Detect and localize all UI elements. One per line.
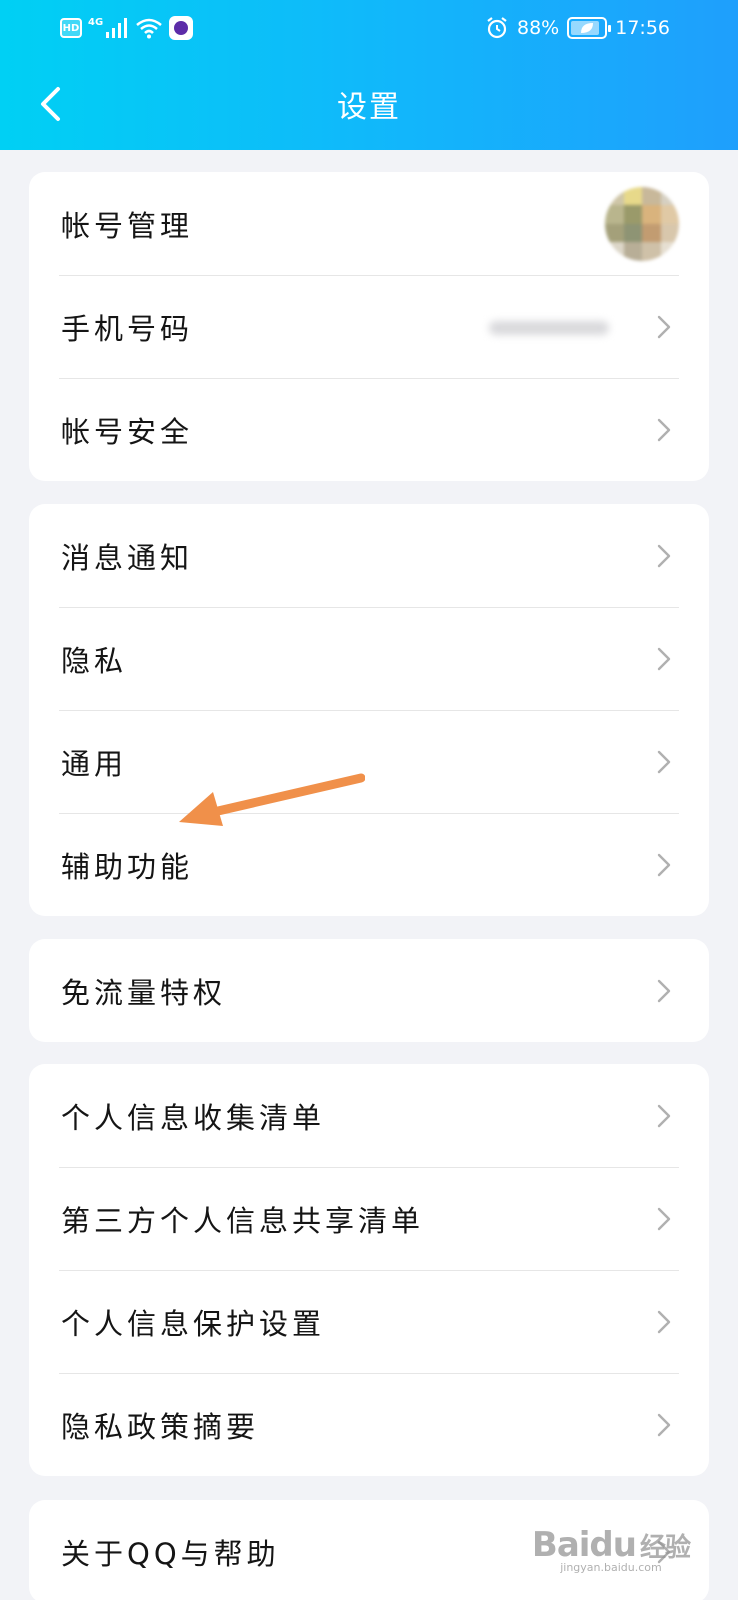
settings-item-privacy[interactable]: 隐私: [29, 607, 709, 710]
settings-item-third-party-sharing-list[interactable]: 第三方个人信息共享清单: [29, 1167, 709, 1270]
chevron-right-icon: [657, 1310, 671, 1333]
watermark-logo: Baidu 经验: [531, 1525, 691, 1565]
settings-item-notifications[interactable]: 消息通知: [29, 504, 709, 607]
battery-percent: 88%: [517, 17, 560, 39]
settings-item-label: 帐号安全: [61, 414, 194, 449]
status-left: HD 4G: [60, 16, 194, 40]
chevron-right-icon: [657, 979, 671, 1002]
alarm-icon: [487, 17, 507, 39]
network-type: 4G: [88, 16, 104, 28]
chevron-right-icon: [657, 1104, 671, 1127]
settings-item-privacy-policy-summary[interactable]: 隐私政策摘要: [29, 1373, 709, 1476]
settings-item-label: 手机号码: [61, 311, 194, 346]
status-right: 88% 17:56: [485, 16, 670, 40]
settings-item-personal-info-collection-list[interactable]: 个人信息收集清单: [29, 1064, 709, 1167]
header-bar: HD 4G 88% 17:56 设置: [0, 0, 738, 150]
settings-item-phone-number[interactable]: 手机号码: [29, 275, 709, 378]
settings-item-label: 隐私: [61, 643, 128, 678]
settings-item-label: 关于QQ与帮助: [61, 1536, 280, 1571]
settings-group-account: 帐号管理 手机号码 帐号安全: [29, 172, 709, 481]
chevron-right-icon: [657, 853, 671, 876]
phone-number-value-blurred: [489, 321, 609, 335]
settings-item-label: 个人信息保护设置: [61, 1306, 326, 1341]
settings-item-personal-info-protection[interactable]: 个人信息保护设置: [29, 1270, 709, 1373]
settings-item-label: 辅助功能: [61, 849, 194, 884]
settings-item-label: 通用: [61, 746, 128, 781]
chevron-right-icon: [657, 315, 671, 338]
settings-item-accessibility[interactable]: 辅助功能: [29, 813, 709, 916]
settings-group-general: 消息通知 隐私 通用 辅助功能: [29, 504, 709, 916]
hd-icon: HD: [60, 18, 82, 38]
settings-item-account-security[interactable]: 帐号安全: [29, 378, 709, 481]
settings-item-label: 免流量特权: [61, 975, 227, 1010]
chevron-right-icon: [657, 1413, 671, 1436]
settings-item-label: 个人信息收集清单: [61, 1100, 326, 1135]
clock: 17:56: [615, 17, 670, 39]
status-bar: HD 4G 88% 17:56: [0, 0, 738, 58]
chevron-right-icon: [657, 544, 671, 567]
avatar: [605, 186, 679, 261]
settings-item-label: 帐号管理: [61, 208, 194, 243]
settings-item-free-data-privilege[interactable]: 免流量特权: [29, 939, 709, 1042]
settings-group-data-plan: 免流量特权: [29, 939, 709, 1042]
battery-icon: [567, 17, 612, 39]
orange-arrow-icon: [179, 773, 365, 826]
wifi-icon: [136, 18, 162, 39]
page-title: 设置: [337, 90, 401, 125]
chevron-right-icon: [657, 1207, 671, 1230]
settings-item-account-management[interactable]: 帐号管理: [29, 172, 709, 275]
settings-group-personal-info: 个人信息收集清单 第三方个人信息共享清单 个人信息保护设置 隐私政策摘要: [29, 1064, 709, 1476]
settings-item-label: 隐私政策摘要: [61, 1409, 260, 1444]
watermark: Baidu 经验 jingyan.baidu.com: [531, 1525, 691, 1574]
chevron-right-icon: [657, 418, 671, 441]
settings-item-label: 第三方个人信息共享清单: [61, 1203, 425, 1238]
chevron-right-icon: [657, 647, 671, 670]
app-notification-icon: [169, 16, 194, 40]
chevron-right-icon: [657, 750, 671, 773]
settings-item-general[interactable]: 通用: [29, 710, 709, 813]
signal-icon: [106, 18, 128, 38]
settings-item-label: 消息通知: [61, 540, 194, 575]
